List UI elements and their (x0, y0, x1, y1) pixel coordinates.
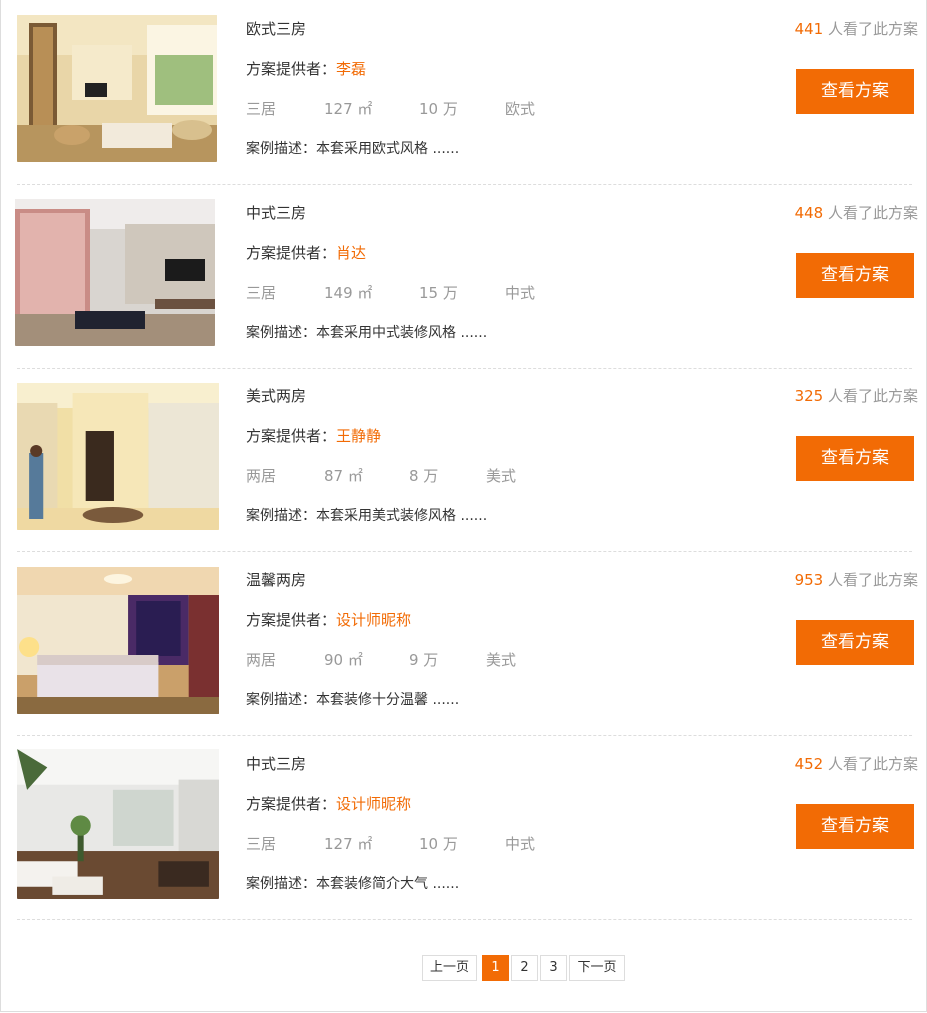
page-2-button[interactable]: 2 (511, 955, 538, 981)
spec-style: 中式 (505, 284, 536, 302)
spec-style: 美式 (486, 651, 517, 669)
spec-rooms: 三居 (246, 284, 277, 302)
case-title: 美式两房 (246, 387, 307, 405)
view-plan-button[interactable]: 查看方案 (796, 253, 914, 298)
case-description: 案例描述：本套装修简介大气 ...... (246, 873, 459, 893)
provider-label: 方案提供者： (246, 427, 337, 445)
view-count: 325 人看了此方案 (795, 385, 918, 406)
case-provider: 方案提供者：王静静 (246, 425, 381, 446)
desc-text: 本套采用欧式风格 ...... (316, 141, 460, 157)
next-page-button[interactable]: 下一页 (569, 955, 625, 981)
case-description: 案例描述：本套采用欧式风格 ...... (246, 138, 459, 158)
provider-label: 方案提供者： (246, 795, 337, 813)
page-1-button[interactable]: 1 (482, 955, 509, 981)
view-count: 953 人看了此方案 (795, 569, 918, 590)
spec-budget: 10 万 (419, 835, 458, 853)
case-title: 中式三房 (246, 204, 307, 222)
spec-style: 欧式 (505, 100, 536, 118)
desc-text: 本套装修简介大气 ...... (316, 876, 460, 892)
spec-budget: 9 万 (409, 651, 439, 669)
living-room-image (17, 15, 217, 162)
provider-name-link[interactable]: 肖达 (336, 244, 366, 262)
spec-area: 149 ㎡ (324, 284, 373, 302)
case-thumbnail[interactable] (15, 199, 215, 346)
desc-text: 本套采用中式装修风格 ...... (316, 325, 488, 341)
case-description: 案例描述：本套装修十分温馨 ...... (246, 689, 459, 709)
desc-label: 案例描述： (246, 141, 316, 157)
desc-label: 案例描述： (246, 876, 316, 892)
provider-name-link[interactable]: 设计师昵称 (336, 795, 411, 813)
view-count-text: 人看了此方案 (823, 387, 918, 405)
view-count: 441 人看了此方案 (795, 18, 918, 39)
provider-label: 方案提供者： (246, 244, 337, 262)
case-item: 美式两房 方案提供者：王静静 两居 87 ㎡ 8 万 美式 案例描述：本套采用美… (0, 367, 927, 552)
view-count: 452 人看了此方案 (795, 753, 918, 774)
view-plan-button[interactable]: 查看方案 (796, 804, 914, 849)
spec-area: 127 ㎡ (324, 100, 373, 118)
spec-style: 中式 (505, 835, 536, 853)
spec-rooms: 两居 (246, 467, 277, 485)
case-provider: 方案提供者：设计师昵称 (246, 793, 411, 814)
case-item: 欧式三房 方案提供者：李磊 三居 127 ㎡ 10 万 欧式 案例描述：本套采用… (0, 0, 927, 185)
case-item: 温馨两房 方案提供者：设计师昵称 两居 90 ㎡ 9 万 美式 案例描述：本套装… (0, 551, 927, 736)
divider (17, 919, 912, 920)
view-plan-button[interactable]: 查看方案 (796, 620, 914, 665)
spec-rooms: 两居 (246, 651, 277, 669)
living-room-image (17, 749, 219, 899)
desc-text: 本套装修十分温馨 ...... (316, 692, 460, 708)
spec-budget: 10 万 (419, 100, 458, 118)
view-count-text: 人看了此方案 (823, 755, 918, 773)
view-count: 448 人看了此方案 (795, 202, 918, 223)
provider-label: 方案提供者： (246, 60, 337, 78)
case-description: 案例描述：本套采用美式装修风格 ...... (246, 505, 487, 525)
spec-rooms: 三居 (246, 835, 277, 853)
view-plan-button[interactable]: 查看方案 (796, 436, 914, 481)
case-description: 案例描述：本套采用中式装修风格 ...... (246, 322, 487, 342)
case-item: 中式三房 方案提供者：肖达 三居 149 ㎡ 15 万 中式 案例描述：本套采用… (0, 184, 927, 369)
case-provider: 方案提供者：肖达 (246, 242, 366, 263)
case-thumbnail[interactable] (17, 15, 217, 162)
spec-rooms: 三居 (246, 100, 277, 118)
spec-style: 美式 (486, 467, 517, 485)
case-thumbnail[interactable] (17, 567, 219, 714)
desc-label: 案例描述： (246, 325, 316, 341)
spec-budget: 15 万 (419, 284, 458, 302)
hallway-image (17, 383, 219, 530)
provider-label: 方案提供者： (246, 611, 337, 629)
desc-label: 案例描述： (246, 692, 316, 708)
view-count-number: 441 (794, 20, 824, 38)
case-item: 中式三房 方案提供者：设计师昵称 三居 127 ㎡ 10 万 中式 案例描述：本… (0, 735, 927, 920)
living-room-image (15, 199, 215, 346)
view-count-number: 325 (794, 387, 824, 405)
case-title: 中式三房 (246, 755, 307, 773)
provider-name-link[interactable]: 王静静 (336, 427, 381, 445)
view-count-number: 452 (794, 755, 824, 773)
desc-text: 本套采用美式装修风格 ...... (316, 508, 488, 524)
case-thumbnail[interactable] (17, 749, 219, 899)
case-title: 温馨两房 (246, 571, 307, 589)
prev-page-button[interactable]: 上一页 (422, 955, 477, 981)
provider-name-link[interactable]: 李磊 (336, 60, 366, 78)
view-count-text: 人看了此方案 (823, 20, 918, 38)
spec-area: 87 ㎡ (324, 467, 363, 485)
view-count-text: 人看了此方案 (823, 571, 918, 589)
desc-label: 案例描述： (246, 508, 316, 524)
case-title: 欧式三房 (246, 20, 307, 38)
provider-name-link[interactable]: 设计师昵称 (336, 611, 411, 629)
page-3-button[interactable]: 3 (540, 955, 567, 981)
spec-area: 90 ㎡ (324, 651, 363, 669)
case-thumbnail[interactable] (17, 383, 219, 530)
case-provider: 方案提供者：李磊 (246, 58, 366, 79)
view-count-number: 448 (794, 204, 824, 222)
bedroom-image (17, 567, 219, 714)
view-count-number: 953 (794, 571, 824, 589)
spec-area: 127 ㎡ (324, 835, 373, 853)
view-count-text: 人看了此方案 (823, 204, 918, 222)
case-provider: 方案提供者：设计师昵称 (246, 609, 411, 630)
view-plan-button[interactable]: 查看方案 (796, 69, 914, 114)
spec-budget: 8 万 (409, 467, 439, 485)
